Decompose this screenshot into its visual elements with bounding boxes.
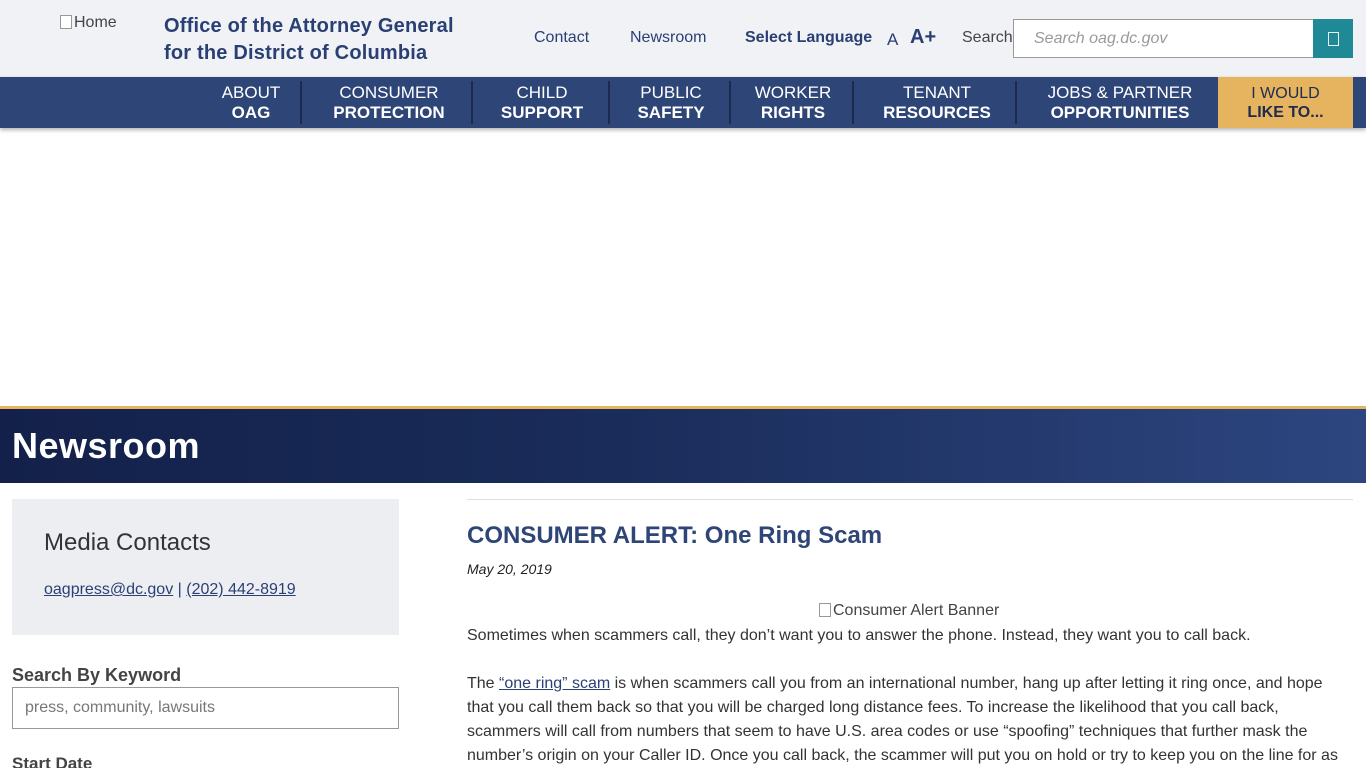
home-logo-link[interactable]: Home: [60, 14, 150, 64]
nav-item-public-safety[interactable]: PUBLIC SAFETY: [624, 77, 718, 128]
article-divider: [467, 499, 1353, 500]
nav-item-line2: OPPORTUNITIES: [1050, 102, 1190, 122]
media-contacts-title: Media Contacts: [44, 529, 211, 556]
site-search-button[interactable]: [1313, 19, 1353, 58]
search-label: Search: [962, 29, 1013, 46]
nav-divider: [608, 81, 610, 124]
nav-divider: [1015, 81, 1017, 124]
newsroom-link[interactable]: Newsroom: [630, 29, 706, 47]
search-icon: [1327, 31, 1339, 46]
font-size-normal-button[interactable]: A: [887, 30, 898, 50]
broken-image-icon: [60, 15, 72, 29]
paragraph-text: The: [467, 675, 500, 692]
nav-item-line1: PUBLIC: [640, 82, 702, 102]
article-paragraph-2: The “one ring” scam is when scammers cal…: [467, 672, 1353, 768]
nav-item-line2: SAFETY: [637, 102, 705, 122]
contact-link[interactable]: Contact: [534, 29, 589, 47]
keyword-search-input[interactable]: [12, 687, 399, 729]
nav-cta-line2: LIKE TO...: [1247, 103, 1324, 121]
logo-alt-text: Home: [74, 14, 117, 31]
font-size-increase-button[interactable]: A+: [910, 26, 936, 49]
nav-item-worker-rights[interactable]: WORKER RIGHTS: [744, 77, 842, 128]
nav-divider: [471, 81, 473, 124]
nav-item-i-would-like-to[interactable]: I WOULD LIKE TO...: [1218, 77, 1353, 128]
keyword-search-label: Search By Keyword: [12, 665, 182, 685]
nav-item-tenant-resources[interactable]: TENANT RESOURCES: [870, 77, 1004, 128]
article-date: May 20, 2019: [467, 561, 552, 577]
media-contacts-box: Media Contacts oagpress@dc.gov | (202) 4…: [12, 499, 399, 635]
nav-divider: [300, 81, 302, 124]
media-contacts-links: oagpress@dc.gov | (202) 442-8919: [44, 581, 296, 599]
nav-item-line1: TENANT: [903, 82, 971, 102]
article-title: CONSUMER ALERT: One Ring Scam: [467, 522, 883, 549]
nav-item-child-support[interactable]: CHILD SUPPORT: [488, 77, 596, 128]
nav-item-consumer-protection[interactable]: CONSUMER PROTECTION: [318, 77, 460, 128]
consumer-alert-banner-image: Consumer Alert Banner: [819, 602, 999, 620]
nav-item-line1: CONSUMER: [339, 82, 439, 102]
site-title-line2: for the District of Columbia: [164, 42, 428, 64]
nav-item-line2: RESOURCES: [883, 102, 991, 122]
select-language-link[interactable]: Select Language: [745, 29, 872, 47]
start-date-label: Start Date: [12, 754, 93, 768]
nav-divider: [852, 81, 854, 124]
nav-item-line2: PROTECTION: [333, 102, 445, 122]
nav-item-line1: JOBS & PARTNER: [1047, 82, 1193, 102]
nav-item-jobs-partner-opportunities[interactable]: JOBS & PARTNER OPPORTUNITIES: [1032, 77, 1208, 128]
page-title: Newsroom: [12, 425, 201, 466]
site-title[interactable]: Office of the Attorney General for the D…: [164, 13, 504, 67]
article-paragraph-1: Sometimes when scammers call, they don’t…: [467, 627, 1251, 644]
press-phone-link[interactable]: (202) 442-8919: [186, 581, 295, 598]
nav-item-line1: CHILD: [516, 82, 568, 102]
press-email-link[interactable]: oagpress@dc.gov: [44, 581, 173, 598]
site-search-input[interactable]: [1013, 19, 1314, 58]
nav-item-line2: OAG: [231, 102, 271, 122]
contact-separator: |: [177, 581, 182, 598]
one-ring-scam-link[interactable]: “one ring” scam: [499, 675, 610, 692]
main-nav: ABOUT OAG CONSUMER PROTECTION CHILD SUPP…: [0, 77, 1366, 128]
banner-alt-text: Consumer Alert Banner: [833, 602, 1000, 619]
site-title-line1: Office of the Attorney General: [164, 15, 454, 37]
page-hero: Newsroom: [0, 406, 1366, 483]
nav-item-line1: WORKER: [754, 82, 832, 102]
broken-image-icon: [819, 603, 831, 617]
site-header: Home Office of the Attorney General for …: [0, 0, 1366, 77]
nav-cta-line1: I WOULD: [1251, 84, 1320, 102]
nav-item-about-oag[interactable]: ABOUT OAG: [210, 77, 292, 128]
nav-item-line1: ABOUT: [221, 82, 281, 102]
nav-item-line2: RIGHTS: [760, 102, 826, 122]
nav-divider: [729, 81, 731, 124]
nav-item-line2: SUPPORT: [500, 102, 584, 122]
